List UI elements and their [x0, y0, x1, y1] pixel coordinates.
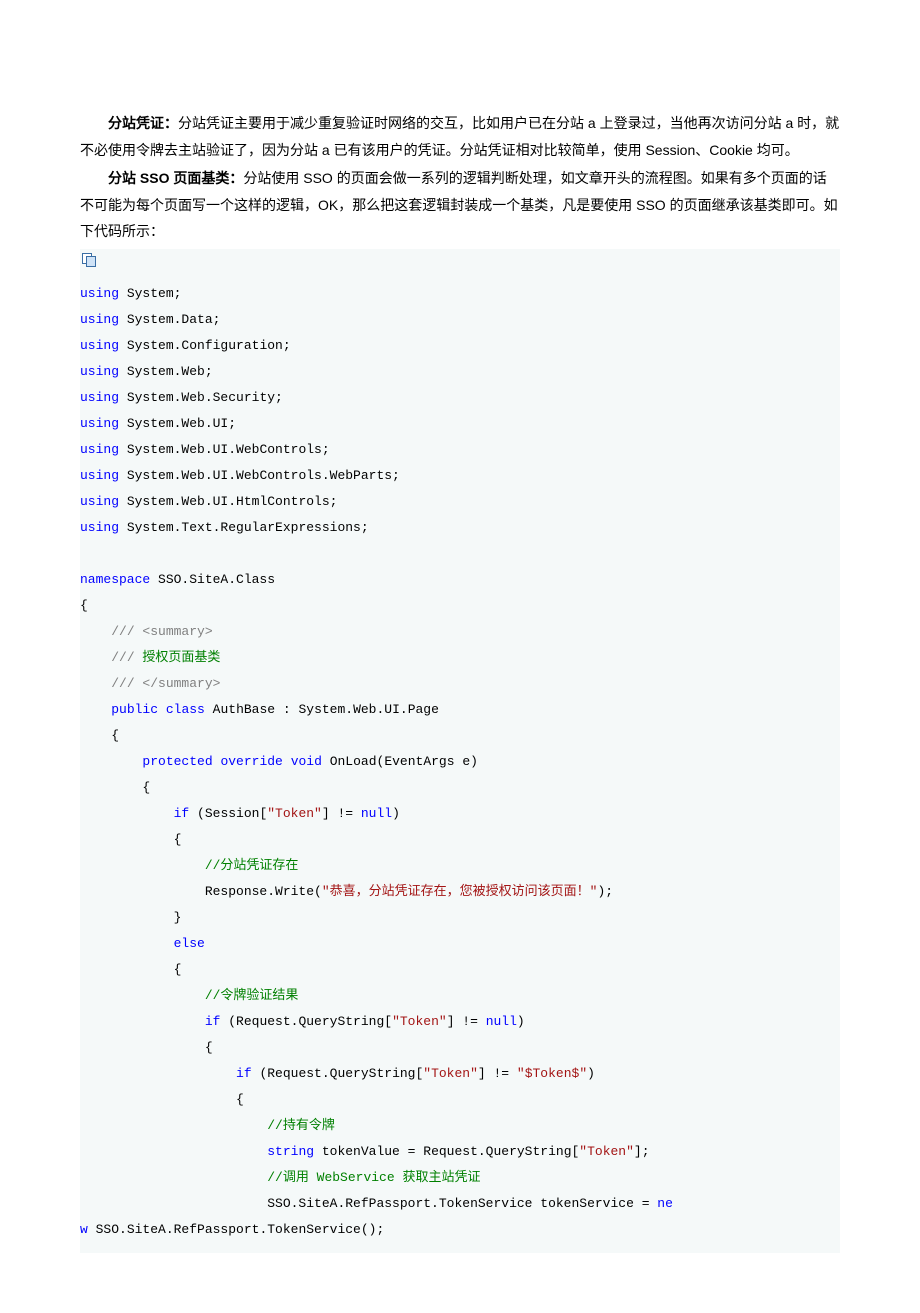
code-lines: using System; using System.Data; using S…: [80, 281, 840, 1243]
code-block: using System; using System.Data; using S…: [80, 249, 840, 1253]
document-body: 分站凭证：分站凭证主要用于减少重复验证时网络的交互，比如用户已在分站 a 上登录…: [80, 110, 840, 1253]
para1-heading: 分站凭证：: [108, 115, 178, 131]
copy-icon[interactable]: [82, 253, 98, 267]
para1-text: 分站凭证主要用于减少重复验证时网络的交互，比如用户已在分站 a 上登录过，当他再…: [80, 115, 839, 158]
paragraph-1: 分站凭证：分站凭证主要用于减少重复验证时网络的交互，比如用户已在分站 a 上登录…: [80, 110, 840, 163]
para2-heading: 分站 SSO 页面基类：: [108, 170, 243, 186]
paragraph-2: 分站 SSO 页面基类：分站使用 SSO 的页面会做一系列的逻辑判断处理，如文章…: [80, 165, 840, 245]
